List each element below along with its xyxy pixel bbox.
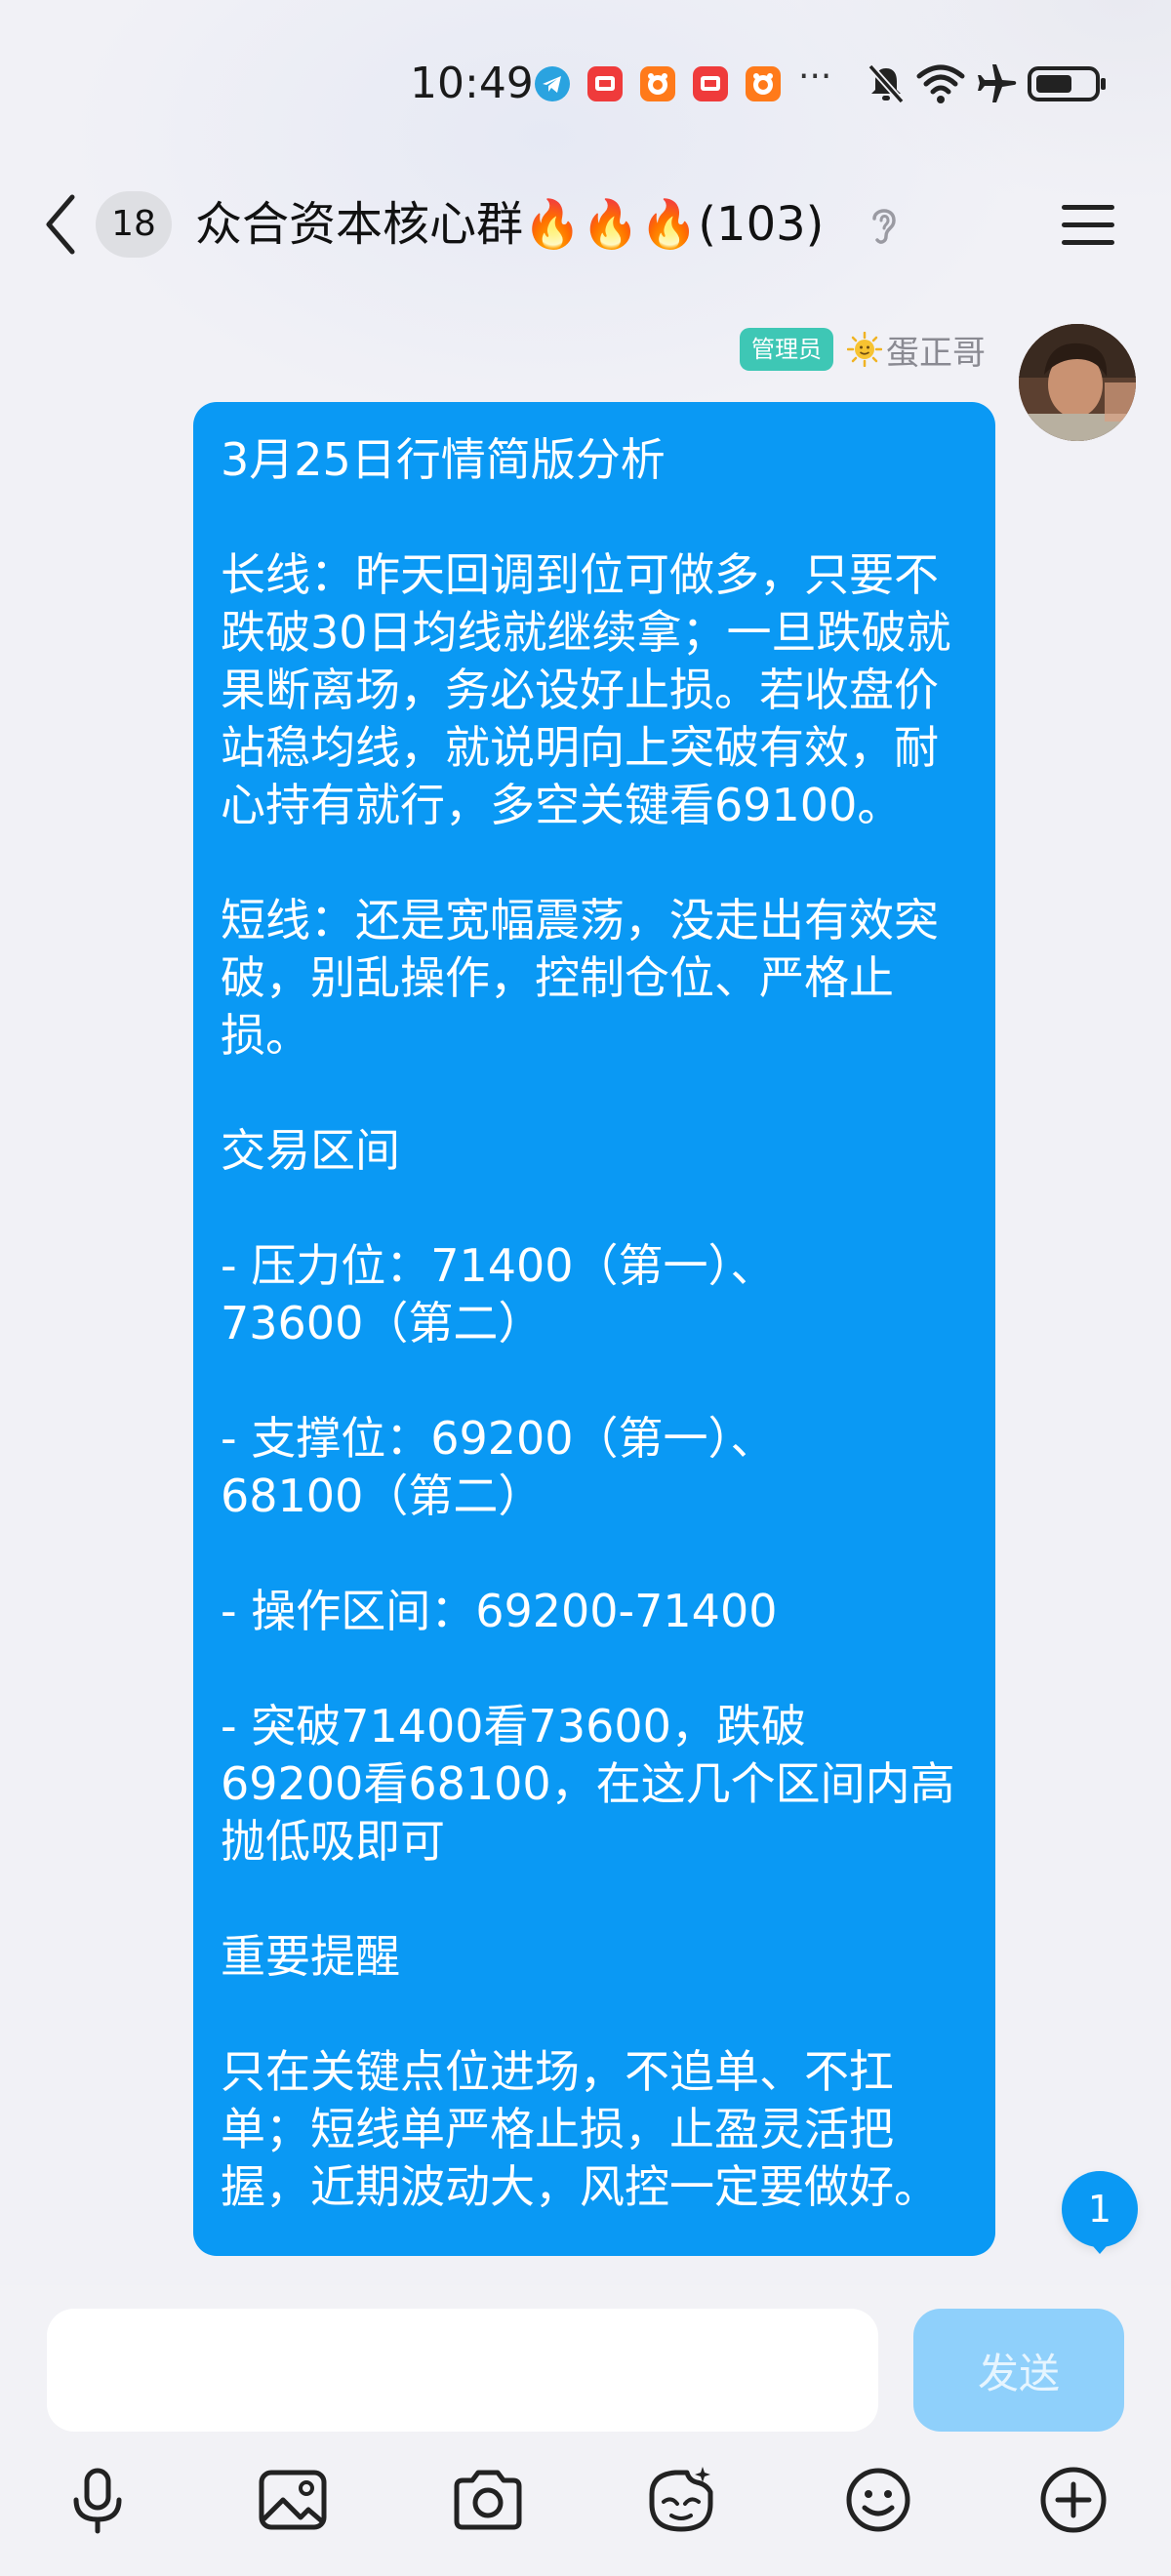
orange-app-icon xyxy=(640,66,675,101)
orange-app-icon xyxy=(746,66,781,101)
chat-header: 18 众合资本核心群🔥🔥🔥(103) xyxy=(0,166,1171,283)
status-time: 10:49 xyxy=(410,59,534,108)
admin-badge: 管理员 xyxy=(740,328,833,371)
message-input[interactable] xyxy=(47,2309,878,2432)
back-button[interactable] xyxy=(37,187,86,262)
sender-info: 管理员 蛋正哥 xyxy=(740,325,986,374)
send-button[interactable]: 发送 xyxy=(913,2309,1124,2432)
input-bar: 发送 xyxy=(0,2285,1171,2576)
more-notifications-icon: ··· xyxy=(798,57,832,97)
red-app-icon xyxy=(587,66,623,101)
mute-icon xyxy=(867,62,906,109)
new-message-badge[interactable]: 1 xyxy=(1062,2171,1138,2247)
red-app-icon xyxy=(693,66,728,101)
message-text: 3月25日行情简版分析 长线：昨天回调到位可做多，只要不跌破30日均线就继续拿；… xyxy=(221,433,955,2213)
avatar[interactable] xyxy=(1019,324,1136,441)
image-icon[interactable] xyxy=(254,2461,332,2539)
message-bubble[interactable]: 3月25日行情简版分析 长线：昨天回调到位可做多，只要不跌破30日均线就继续拿；… xyxy=(193,402,995,2256)
camera-icon[interactable] xyxy=(449,2461,527,2539)
microphone-icon[interactable] xyxy=(59,2461,137,2539)
menu-icon xyxy=(1062,205,1114,245)
unread-count-badge[interactable]: 18 xyxy=(96,191,172,258)
plus-icon[interactable] xyxy=(1034,2461,1112,2539)
menu-button[interactable] xyxy=(1060,197,1116,252)
battery-icon xyxy=(1027,62,1109,109)
sun-emoji-icon xyxy=(847,332,882,367)
status-bar: 10:49 ··· xyxy=(0,49,1171,127)
new-message-badge-tail xyxy=(1086,2238,1113,2254)
ear-icon[interactable] xyxy=(867,201,902,252)
emoji-icon[interactable] xyxy=(839,2461,917,2539)
wifi-icon xyxy=(915,62,966,109)
airplane-icon xyxy=(974,62,1019,109)
sender-name: 蛋正哥 xyxy=(886,333,986,373)
telegram-icon xyxy=(535,66,570,101)
chat-title[interactable]: 众合资本核心群🔥🔥🔥(103) xyxy=(195,189,824,260)
sticker-icon[interactable] xyxy=(642,2461,720,2539)
back-icon xyxy=(46,194,75,255)
